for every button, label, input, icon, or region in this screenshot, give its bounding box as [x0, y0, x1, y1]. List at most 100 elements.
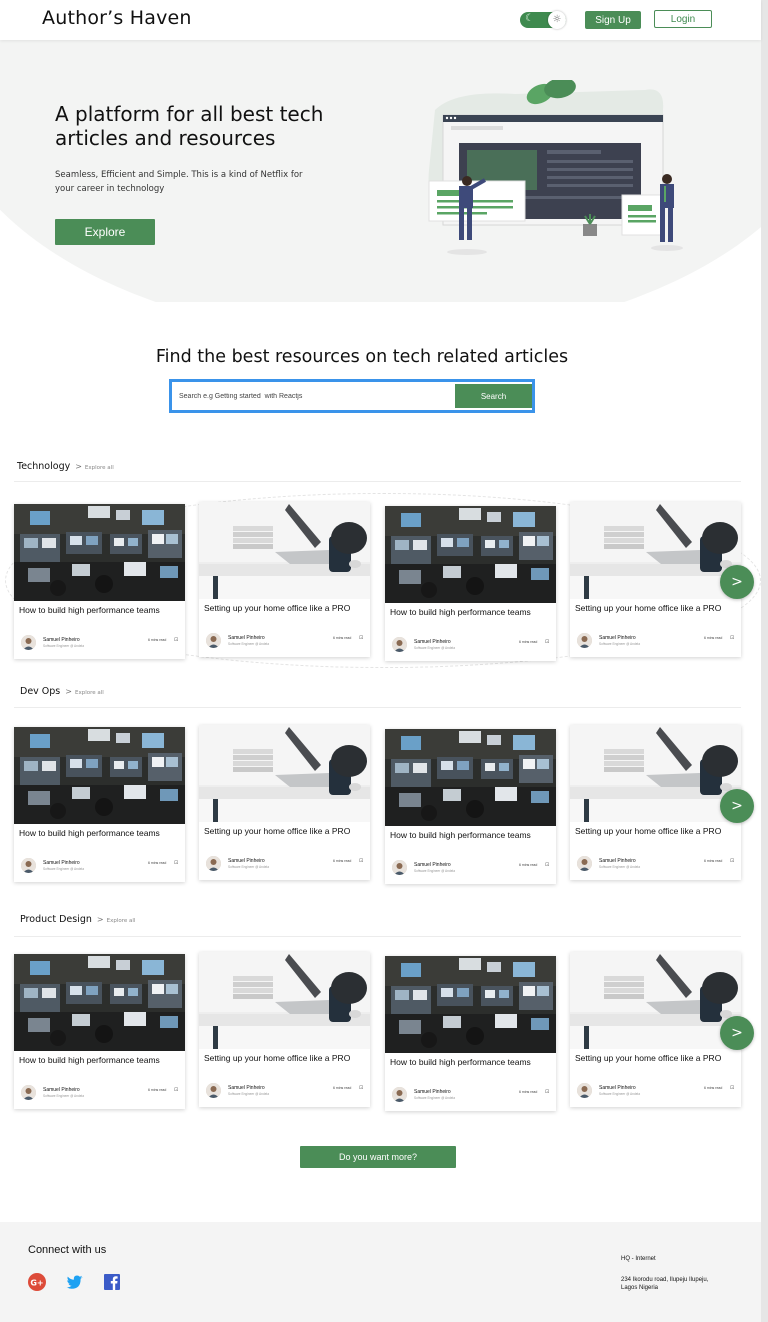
article-card[interactable]: Setting up your home office like a PRO S… — [199, 952, 370, 1107]
bookmark-icon[interactable]: ⊡ — [730, 858, 734, 864]
read-time: 6 mins read — [519, 863, 538, 867]
author-avatar — [577, 1083, 592, 1098]
article-title[interactable]: How to build high performance teams — [390, 607, 555, 617]
search-button[interactable]: Search — [455, 384, 532, 408]
explore-all-link[interactable]: Explore all — [107, 918, 136, 924]
chevron-right-icon: > — [96, 915, 104, 924]
author-role: Software Engineer @ Andela — [43, 867, 84, 871]
search-heading: Find the best resources on tech related … — [155, 347, 569, 367]
author-avatar — [21, 635, 36, 650]
brand-logo[interactable]: Author’s Haven — [42, 7, 192, 29]
author-name: Samuel Pinheiro — [43, 1087, 80, 1093]
article-card[interactable]: Setting up your home office like a PRO S… — [570, 725, 741, 880]
read-time: 6 mins read — [704, 1086, 723, 1090]
author-name: Samuel Pinheiro — [228, 858, 265, 864]
home-office-image — [570, 502, 741, 599]
login-button[interactable]: Login — [654, 10, 712, 28]
explore-all-link[interactable]: Explore all — [75, 690, 104, 696]
read-time: 6 mins read — [148, 638, 167, 642]
article-thumbnail — [199, 502, 370, 599]
explore-all-link[interactable]: Explore all — [85, 465, 114, 471]
read-time: 6 mins read — [333, 859, 352, 863]
avatar — [392, 860, 407, 875]
bookmark-icon[interactable]: ⊡ — [359, 858, 363, 864]
section-divider — [14, 481, 741, 482]
explore-button[interactable]: Explore — [55, 219, 155, 245]
article-title[interactable]: Setting up your home office like a PRO — [204, 826, 369, 836]
bookmark-icon[interactable]: ⊡ — [730, 635, 734, 641]
carousel-next-button[interactable]: > — [720, 1016, 754, 1050]
section-header: Product Design > Explore all — [20, 914, 135, 928]
article-card[interactable]: How to build high performance teams Samu… — [14, 954, 185, 1109]
author-avatar — [577, 856, 592, 871]
read-time: 6 mins read — [148, 1088, 167, 1092]
article-title[interactable]: Setting up your home office like a PRO — [204, 1053, 369, 1063]
avatar — [392, 637, 407, 652]
article-title[interactable]: Setting up your home office like a PRO — [575, 603, 740, 613]
article-card[interactable]: Setting up your home office like a PRO S… — [199, 502, 370, 657]
article-title[interactable]: Setting up your home office like a PRO — [575, 826, 740, 836]
article-thumbnail — [14, 727, 185, 824]
article-card[interactable]: Setting up your home office like a PRO S… — [570, 502, 741, 657]
carousel-next-button[interactable]: > — [720, 789, 754, 823]
moon-icon: ☾ — [525, 13, 534, 24]
search-box: Search — [169, 379, 535, 413]
avatar — [206, 856, 221, 871]
signup-button[interactable]: Sign Up — [585, 11, 641, 29]
article-title[interactable]: How to build high performance teams — [19, 1055, 184, 1065]
article-thumbnail — [385, 506, 556, 603]
avatar — [577, 1083, 592, 1098]
article-title[interactable]: How to build high performance teams — [390, 1057, 555, 1067]
top-nav: Author’s Haven ☾ ☼ Sign Up Login — [0, 0, 761, 40]
page-scrollbar[interactable] — [761, 0, 768, 1322]
author-name: Samuel Pinheiro — [599, 1085, 636, 1091]
article-thumbnail — [199, 952, 370, 1049]
article-card[interactable]: Setting up your home office like a PRO S… — [199, 725, 370, 880]
bookmark-icon[interactable]: ⊡ — [174, 637, 178, 643]
facebook-icon[interactable] — [103, 1273, 121, 1291]
author-avatar — [206, 633, 221, 648]
article-card[interactable]: How to build high performance teams Samu… — [385, 956, 556, 1111]
article-card[interactable]: How to build high performance teams Samu… — [385, 729, 556, 884]
article-title[interactable]: How to build high performance teams — [19, 605, 184, 615]
more-button[interactable]: Do you want more? — [300, 1146, 456, 1168]
article-thumbnail — [14, 954, 185, 1051]
avatar — [392, 1087, 407, 1102]
carousel-next-button[interactable]: > — [720, 565, 754, 599]
bookmark-icon[interactable]: ⊡ — [730, 1085, 734, 1091]
author-name: Samuel Pinheiro — [414, 639, 451, 645]
article-title[interactable]: How to build high performance teams — [19, 828, 184, 838]
bookmark-icon[interactable]: ⊡ — [359, 635, 363, 641]
article-card[interactable]: How to build high performance teams Samu… — [14, 504, 185, 659]
author-role: Software Engineer @ Andela — [599, 642, 640, 646]
chevron-right-icon: > — [65, 687, 72, 696]
search-input[interactable] — [176, 384, 454, 408]
author-role: Software Engineer @ Andela — [228, 642, 269, 646]
bookmark-icon[interactable]: ⊡ — [359, 1085, 363, 1091]
hero-title: A platform for all best tech articles an… — [55, 102, 324, 150]
article-card[interactable]: Setting up your home office like a PRO S… — [570, 952, 741, 1107]
avatar — [577, 856, 592, 871]
bookmark-icon[interactable]: ⊡ — [545, 862, 549, 868]
section-title: Dev Ops — [20, 686, 61, 697]
read-time: 6 mins read — [519, 640, 538, 644]
author-name: Samuel Pinheiro — [43, 860, 80, 866]
author-avatar — [21, 1085, 36, 1100]
control-room-image — [385, 956, 556, 1053]
article-thumbnail — [570, 725, 741, 822]
google-plus-icon[interactable]: G+ — [28, 1273, 46, 1291]
theme-toggle[interactable]: ☾ ☼ — [520, 11, 566, 29]
hero-section: A platform for all best tech articles an… — [0, 40, 761, 302]
article-title[interactable]: How to build high performance teams — [390, 830, 555, 840]
article-title[interactable]: Setting up your home office like a PRO — [575, 1053, 740, 1063]
article-card[interactable]: How to build high performance teams Samu… — [14, 727, 185, 882]
bookmark-icon[interactable]: ⊡ — [545, 639, 549, 645]
article-card[interactable]: How to build high performance teams Samu… — [385, 506, 556, 661]
bookmark-icon[interactable]: ⊡ — [174, 860, 178, 866]
twitter-icon[interactable] — [66, 1273, 84, 1291]
article-title[interactable]: Setting up your home office like a PRO — [204, 603, 369, 613]
bookmark-icon[interactable]: ⊡ — [174, 1087, 178, 1093]
hero-subtitle: Seamless, Efficient and Simple. This is … — [55, 170, 303, 194]
bookmark-icon[interactable]: ⊡ — [545, 1089, 549, 1095]
section-title: Product Design — [20, 914, 92, 925]
